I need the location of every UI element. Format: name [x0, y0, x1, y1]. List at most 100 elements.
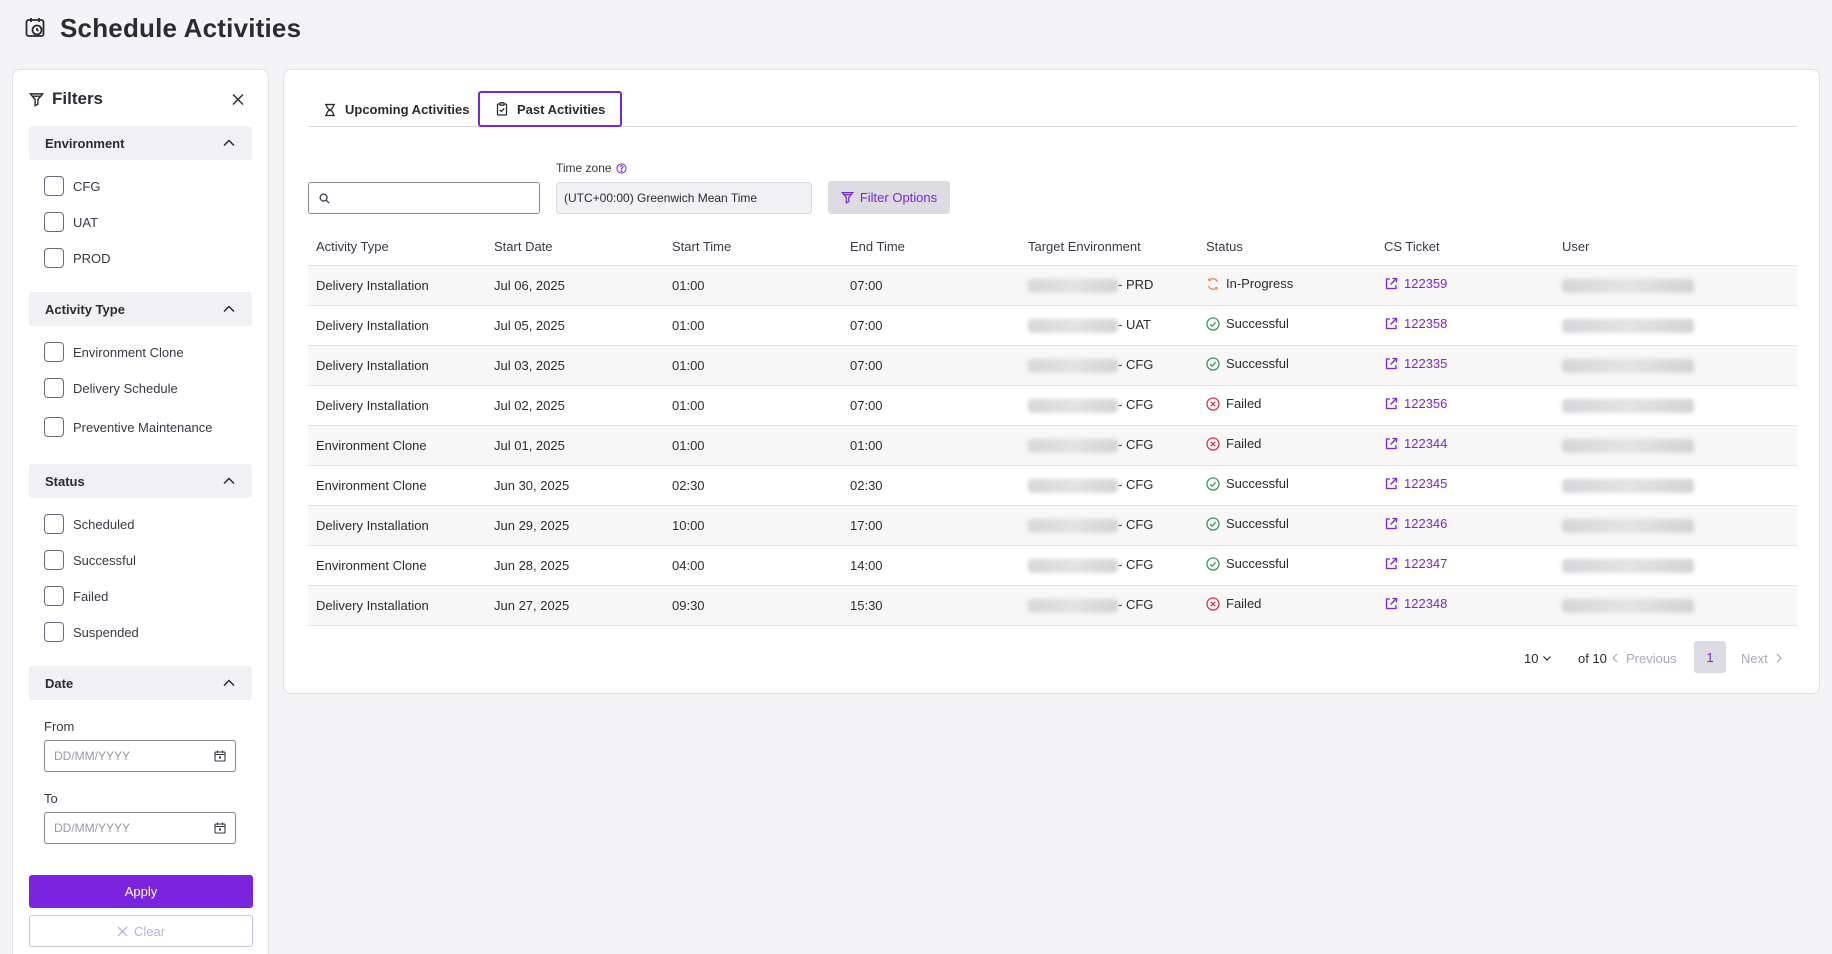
- cell-start-time: 10:00: [664, 505, 842, 546]
- table-row[interactable]: Delivery Installation Jul 06, 2025 01:00 07…: [308, 265, 1797, 306]
- ticket-link[interactable]: 122345: [1384, 476, 1447, 491]
- checkbox-box[interactable]: [44, 248, 64, 268]
- checkbox-box[interactable]: [44, 586, 64, 606]
- cell-status: Failed: [1198, 385, 1376, 426]
- apply-button[interactable]: Apply: [29, 875, 253, 908]
- checkbox-prod[interactable]: PROD: [44, 247, 111, 269]
- checkbox-environment-clone[interactable]: Environment Clone: [44, 341, 184, 363]
- cell-status: Failed: [1198, 425, 1376, 466]
- cell-status: Successful: [1198, 505, 1376, 546]
- cell-user: [1554, 345, 1797, 386]
- calendar-icon[interactable]: [214, 750, 226, 762]
- cell-user: [1554, 425, 1797, 466]
- clear-button[interactable]: Clear: [29, 915, 253, 947]
- column-header: Activity Type: [308, 228, 486, 266]
- checkbox-box[interactable]: [44, 212, 64, 232]
- section-title: Status: [45, 473, 85, 489]
- calendar-icon[interactable]: [214, 822, 226, 834]
- tab-upcoming-activities[interactable]: Upcoming Activities: [308, 92, 484, 127]
- ticket-link[interactable]: 122348: [1384, 596, 1447, 611]
- to-date-input[interactable]: [54, 821, 204, 835]
- to-date-field[interactable]: [44, 812, 236, 844]
- checkbox-successful[interactable]: Successful: [44, 549, 136, 571]
- env-suffix: - PRD: [1118, 277, 1154, 293]
- status-badge: Successful: [1206, 556, 1289, 571]
- cell-cs-ticket: 122344: [1376, 425, 1554, 466]
- ticket-link[interactable]: 122359: [1384, 276, 1447, 291]
- previous-page-button[interactable]: Previous: [1611, 641, 1677, 675]
- column-header: Start Time: [664, 228, 842, 266]
- search-field[interactable]: [308, 182, 540, 214]
- status-badge: In-Progress: [1206, 276, 1293, 291]
- ticket-link[interactable]: 122335: [1384, 356, 1447, 371]
- close-filters-button[interactable]: [232, 89, 252, 109]
- timezone-select[interactable]: (UTC+00:00) Greenwich Mean Time: [556, 182, 812, 214]
- table-row[interactable]: Environment Clone Jun 30, 2025 02:30 02:30-…: [308, 465, 1797, 506]
- table-row[interactable]: Delivery Installation Jun 27, 2025 09:30 15…: [308, 585, 1797, 626]
- table-row[interactable]: Delivery Installation Jul 03, 2025 01:00 07…: [308, 345, 1797, 386]
- chevron-right-icon: [1776, 653, 1782, 663]
- checkbox-failed[interactable]: Failed: [44, 585, 108, 607]
- checkbox-box[interactable]: [44, 550, 64, 570]
- ticket-link[interactable]: 122358: [1384, 316, 1447, 331]
- ticket-number: 122345: [1404, 476, 1448, 492]
- checkbox-delivery-schedule[interactable]: Delivery Schedule: [44, 377, 178, 399]
- redacted-user: [1562, 598, 1694, 613]
- table-row[interactable]: Delivery Installation Jul 05, 2025 01:00 07…: [308, 305, 1797, 346]
- section-title: Activity Type: [45, 301, 125, 317]
- section-date[interactable]: Date: [29, 666, 252, 700]
- ticket-link[interactable]: 122344: [1384, 436, 1447, 451]
- checkbox-uat[interactable]: UAT: [44, 211, 98, 233]
- checkbox-preventive-maintenance[interactable]: Preventive Maintenance: [44, 416, 212, 438]
- section-status[interactable]: Status: [29, 464, 252, 498]
- filter-options-button[interactable]: Filter Options: [828, 181, 950, 214]
- page-size-select[interactable]: 10: [1524, 641, 1552, 675]
- filter-options-label: Filter Options: [859, 190, 938, 205]
- checkbox-scheduled[interactable]: Scheduled: [44, 513, 134, 535]
- cell-status: Successful: [1198, 345, 1376, 386]
- redacted-environment-name: [1028, 558, 1118, 573]
- checkbox-suspended[interactable]: Suspended: [44, 621, 139, 643]
- ticket-link[interactable]: 122346: [1384, 516, 1447, 531]
- clear-label: Clear: [133, 923, 166, 939]
- status-label: Successful: [1226, 556, 1289, 572]
- checkbox-box[interactable]: [44, 417, 64, 437]
- checkbox-cfg[interactable]: CFG: [44, 175, 100, 197]
- env-suffix: - CFG: [1118, 517, 1154, 533]
- tab-past-activities[interactable]: Past Activities: [478, 91, 623, 127]
- checkbox-box[interactable]: [44, 176, 64, 196]
- ticket-link[interactable]: 122356: [1384, 396, 1447, 411]
- checkbox-box[interactable]: [44, 622, 64, 642]
- checkbox-box[interactable]: [44, 342, 64, 362]
- page-button-current[interactable]: 1: [1694, 641, 1726, 673]
- page-header: Schedule Activities: [24, 10, 301, 46]
- search-input[interactable]: [338, 191, 528, 205]
- section-title: Environment: [45, 135, 125, 151]
- column-header: Start Date: [486, 228, 664, 266]
- cell-activity-type: Delivery Installation: [308, 305, 486, 346]
- checkbox-box[interactable]: [44, 514, 64, 534]
- section-environment[interactable]: Environment: [29, 126, 252, 160]
- checkbox-label: Suspended: [73, 624, 139, 640]
- table-row[interactable]: Delivery Installation Jun 29, 2025 10:00 17…: [308, 505, 1797, 546]
- ticket-link[interactable]: 122347: [1384, 556, 1447, 571]
- section-activity-type[interactable]: Activity Type: [29, 292, 252, 326]
- table-row[interactable]: Environment Clone Jun 28, 2025 04:00 14:00 -…: [308, 545, 1797, 586]
- external-link-icon: [1385, 557, 1398, 569]
- help-circle-icon[interactable]: [615, 162, 627, 174]
- cell-start-date: Jul 06, 2025: [486, 265, 664, 306]
- checkbox-box[interactable]: [44, 378, 64, 398]
- external-link-icon: [1385, 517, 1398, 529]
- from-date-field[interactable]: [44, 740, 236, 772]
- checkbox-label: Failed: [73, 588, 109, 604]
- table-row[interactable]: Environment Clone Jul 01, 2025 01:00 01:00-…: [308, 425, 1797, 466]
- column-header: CS Ticket: [1376, 228, 1554, 266]
- ticket-number: 122356: [1404, 396, 1448, 412]
- from-date-input[interactable]: [54, 749, 204, 763]
- cell-activity-type: Environment Clone: [308, 545, 486, 586]
- next-page-button[interactable]: Next: [1741, 641, 1783, 675]
- table-row[interactable]: Delivery Installation Jul 02, 2025 01:00 07…: [308, 385, 1797, 426]
- ticket-number: 122347: [1404, 556, 1448, 572]
- chevron-up-icon: [223, 139, 235, 147]
- redacted-user: [1562, 278, 1694, 293]
